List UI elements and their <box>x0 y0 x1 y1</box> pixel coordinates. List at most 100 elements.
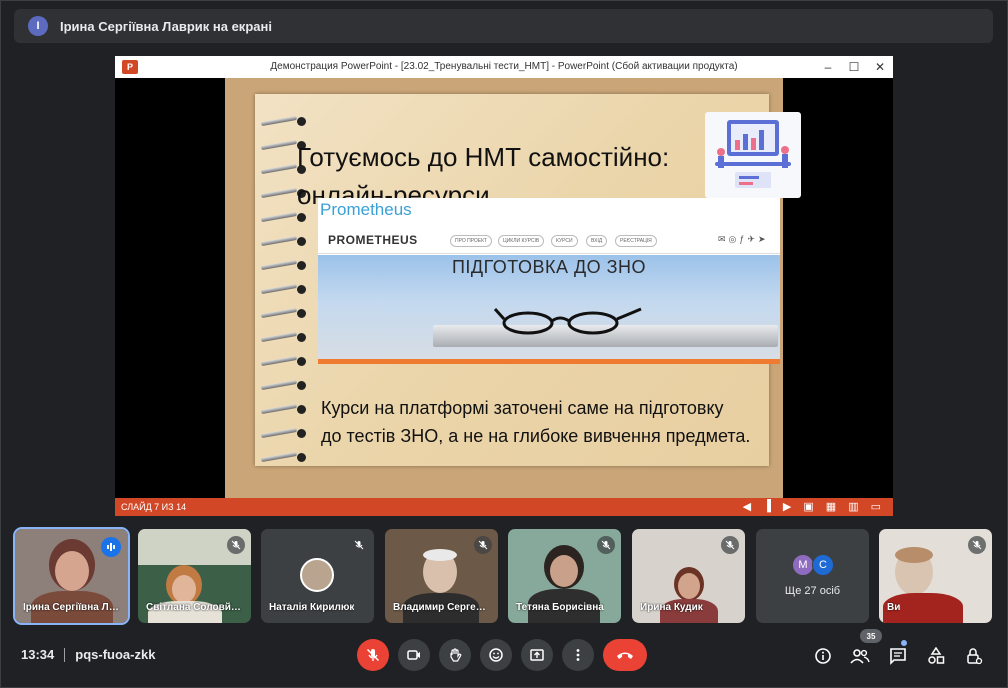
participant-name: Ірина Сергіївна Лаврик <box>23 602 121 613</box>
analytics-illustration <box>705 112 801 198</box>
activities-icon <box>928 647 945 664</box>
spiral-ring <box>259 235 307 247</box>
reactions-button[interactable] <box>480 639 512 671</box>
next-slide-icon[interactable]: ▶ <box>783 500 791 513</box>
slide-body-text: Курси на платформі заточені саме на підг… <box>321 394 801 450</box>
prometheus-label: Prometheus <box>320 200 412 219</box>
social-icons: ✉◎ƒ✈➤ <box>718 234 769 244</box>
camera-toggle-button[interactable] <box>398 639 430 671</box>
ppt-titlebar: P Демонстрация PowerPoint - [23.02_Трену… <box>115 56 893 78</box>
participant-tile[interactable]: Ірина Сергіївна Лаврик <box>13 527 130 625</box>
more-vert-icon <box>576 649 580 661</box>
speaking-indicator-icon <box>101 537 121 557</box>
participant-name: Владимир Сергеевич <box>393 602 491 613</box>
raise-hand-button[interactable] <box>439 639 471 671</box>
people-button[interactable] <box>849 645 871 667</box>
hang-up-icon <box>617 652 633 659</box>
participant-tile[interactable]: Наталія Кирилюк <box>261 529 374 623</box>
mic-off-icon <box>597 536 615 554</box>
normal-view-icon[interactable]: ▣ <box>803 500 813 513</box>
slide-body-line-2: до тестів ЗНО, а не на глибоке вивчення … <box>321 426 751 446</box>
participant-tile[interactable]: Владимир Сергеевич <box>385 529 498 623</box>
presentation-banner: І Ірина Сергіївна Лаврик на екрані <box>14 9 993 43</box>
slide-body-line-1: Курси на платформі заточені саме на підг… <box>321 398 724 418</box>
maximize-icon[interactable]: ☐ <box>841 56 867 78</box>
presenting-label: Ірина Сергіївна Лаврик на екрані <box>60 18 272 34</box>
meeting-code[interactable]: pqs-fuoa-zkk <box>75 647 155 662</box>
spiral-ring <box>259 283 307 295</box>
mic-off-icon <box>227 536 245 554</box>
prometheus-logo: PROMETHEUS <box>328 233 418 247</box>
hero-text: ПІДГОТОВКА ДО ЗНО <box>451 257 647 277</box>
leave-call-button[interactable] <box>603 639 647 671</box>
glasses-image <box>493 307 642 335</box>
prometheus-nav-item: ВХІД <box>586 235 608 247</box>
lock-person-icon <box>967 648 983 665</box>
prometheus-screenshot: Prometheus PROMETHEUS ПРО ПРОЕКТ ЦИКЛИ К… <box>318 198 780 364</box>
slides-menu-icon[interactable]: ▐ <box>763 500 771 513</box>
slide: Готуємось до НМТ самостійно: онлайн-ресу… <box>225 78 801 498</box>
minimize-icon[interactable]: – <box>815 56 841 78</box>
clock-time: 13:34 <box>21 647 55 662</box>
spiral-ring <box>259 355 307 367</box>
people-icon <box>850 649 870 664</box>
participant-name: Ви <box>887 602 901 613</box>
participant-name: Світлана Соловйова <box>146 602 244 613</box>
participant-tile[interactable]: Ирина Кудик <box>632 529 745 623</box>
mic-off-icon <box>350 536 368 554</box>
camera-icon <box>407 650 420 660</box>
spiral-ring <box>259 115 307 127</box>
more-participants-label: Ще 27 осіб <box>784 585 841 597</box>
participant-name: Ирина Кудик <box>640 602 703 613</box>
more-options-button[interactable] <box>562 639 594 671</box>
mic-toggle-button[interactable] <box>357 639 389 671</box>
spiral-ring <box>259 307 307 319</box>
participant-name: Тетяна Борисівна <box>516 602 604 613</box>
people-count-badge: 35 <box>860 629 882 643</box>
spiral-ring <box>259 331 307 343</box>
activities-button[interactable] <box>925 645 947 667</box>
spiral-ring <box>259 259 307 271</box>
ppt-window-title: Демонстрация PowerPoint - [23.02_Тренува… <box>270 61 738 72</box>
participant-tile[interactable]: Ви <box>879 529 992 623</box>
reading-view-icon[interactable]: ▥ <box>848 500 858 513</box>
slide-title-line-1: Готуємось до НМТ самостійно: <box>297 142 670 172</box>
mic-off-icon <box>366 648 380 662</box>
prometheus-nav-item: ПРО ПРОЕКТ <box>450 235 493 247</box>
emoji-icon <box>489 648 503 662</box>
ppt-statusbar: СЛАЙД 7 ИЗ 14 ◀ ▐ ▶ ▣ ▦ ▥ ▭ <box>115 498 893 516</box>
prometheus-accent-bar <box>318 359 780 364</box>
prometheus-nav-item: КУРСИ <box>551 235 578 247</box>
participant-avatar: М <box>792 554 814 576</box>
slide-sorter-icon[interactable]: ▦ <box>826 500 836 513</box>
mic-off-icon <box>968 536 986 554</box>
info-icon <box>815 648 831 664</box>
prometheus-hero: ПІДГОТОВКА ДО ЗНО <box>318 255 780 359</box>
spiral-ring <box>259 379 307 391</box>
spiral-ring <box>259 403 307 415</box>
mic-off-icon <box>721 536 739 554</box>
prometheus-nav: PROMETHEUS ПРО ПРОЕКТ ЦИКЛИ КУРСІВ КУРСИ… <box>318 226 780 254</box>
present-icon <box>530 649 544 661</box>
participant-avatar: С <box>812 554 834 576</box>
hand-icon <box>450 648 462 662</box>
present-screen-button[interactable] <box>521 639 553 671</box>
participant-tile[interactable]: Тетяна Борисівна <box>508 529 621 623</box>
shared-screen: P Демонстрация PowerPoint - [23.02_Трену… <box>115 56 893 516</box>
meeting-info: 13:34 pqs-fuoa-zkk <box>21 647 155 662</box>
chat-button[interactable] <box>887 645 909 667</box>
mic-off-icon <box>474 536 492 554</box>
host-controls-button[interactable] <box>963 645 985 667</box>
more-participants-tile[interactable]: М С Ще 27 осіб <box>756 529 869 623</box>
participant-avatar <box>300 558 334 592</box>
notebook-paper: Готуємось до НМТ самостійно: онлайн-ресу… <box>255 94 801 466</box>
meeting-details-button[interactable] <box>812 645 834 667</box>
prev-slide-icon[interactable]: ◀ <box>743 500 751 513</box>
prometheus-nav-item: РЕЄСТРАЦІЯ <box>615 235 657 247</box>
close-icon[interactable]: ✕ <box>867 56 893 78</box>
slideshow-icon[interactable]: ▭ <box>871 500 881 513</box>
participant-tile[interactable]: Світлана Соловйова <box>138 529 251 623</box>
more-participants-avatars: М С <box>792 554 834 576</box>
participant-name: Наталія Кирилюк <box>269 602 355 613</box>
chat-icon <box>890 648 906 665</box>
